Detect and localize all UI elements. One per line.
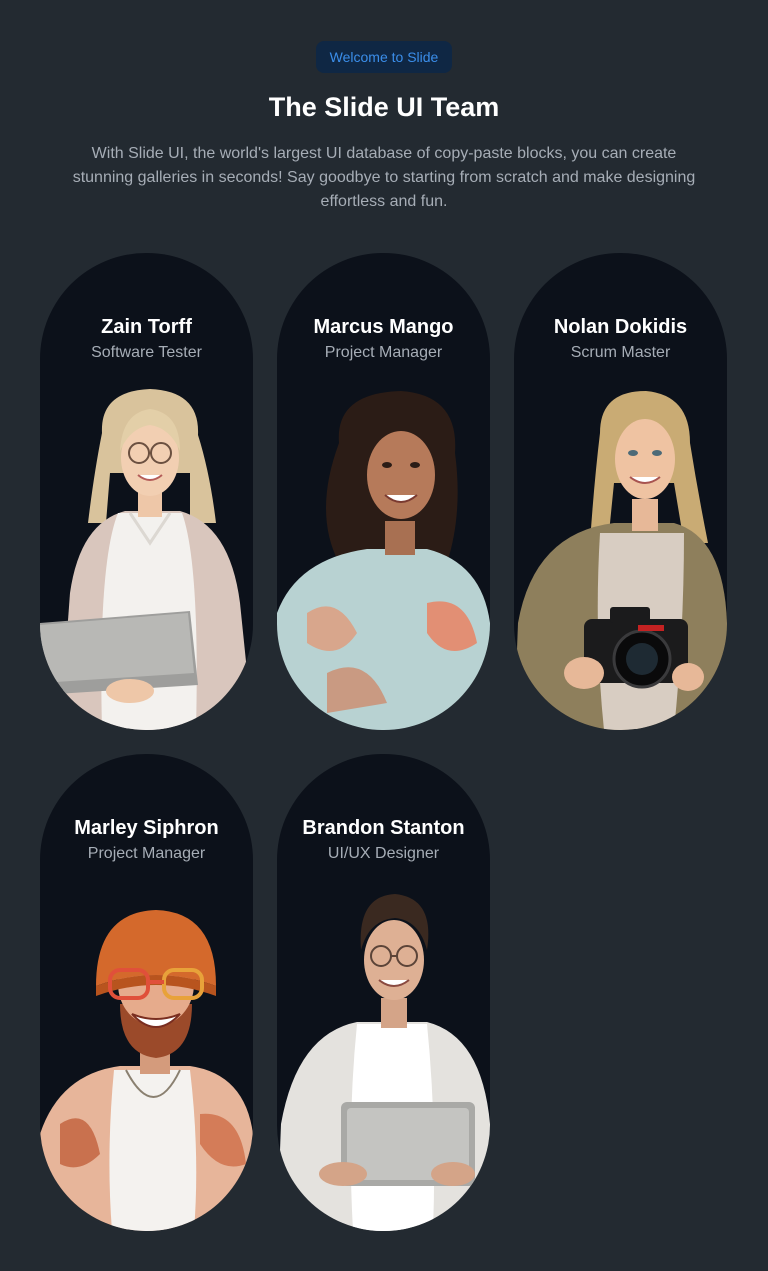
member-photo bbox=[514, 391, 727, 730]
team-member-card: Nolan Dokidis Scrum Master bbox=[514, 253, 727, 730]
welcome-badge: Welcome to Slide bbox=[316, 41, 452, 73]
member-role: Scrum Master bbox=[570, 344, 671, 361]
member-photo bbox=[40, 389, 253, 730]
member-name: Marcus Mango bbox=[313, 316, 454, 338]
member-name: Nolan Dokidis bbox=[553, 316, 688, 338]
team-member-card: Marley Siphron Project Manager bbox=[40, 754, 253, 1231]
member-role: Project Manager bbox=[324, 344, 443, 361]
member-photo bbox=[40, 910, 253, 1231]
member-name: Brandon Stanton bbox=[302, 817, 465, 839]
page-description: With Slide UI, the world's largest UI da… bbox=[72, 145, 696, 210]
member-photo bbox=[277, 894, 490, 1231]
member-photo bbox=[277, 391, 490, 730]
team-member-card: Marcus Mango Project Manager bbox=[277, 253, 490, 730]
page-title: The Slide UI Team bbox=[268, 92, 500, 122]
member-role: Project Manager bbox=[87, 845, 206, 862]
team-section: Welcome to Slide The Slide UI Team With … bbox=[0, 0, 768, 1271]
member-name: Zain Torff bbox=[101, 316, 192, 338]
member-role: UI/UX Designer bbox=[327, 845, 440, 862]
team-member-card: Zain Torff Software Tester bbox=[40, 253, 253, 730]
member-name: Marley Siphron bbox=[74, 817, 219, 839]
member-role: Software Tester bbox=[91, 344, 202, 361]
team-member-card: Brandon Stanton UI/UX Designer bbox=[277, 754, 490, 1231]
